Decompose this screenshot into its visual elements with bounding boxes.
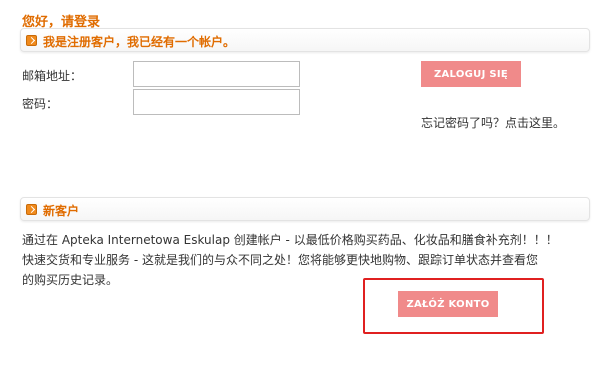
password-label: 密码： — [22, 97, 59, 111]
login-button[interactable]: ZALOGUJ SIĘ — [421, 61, 521, 87]
description-line: 快速交货和专业服务 - 这就是我们的与众不同之处！您将能够更快地购物、跟踪订单状… — [22, 253, 538, 267]
description-line: 通过在 Apteka Internetowa Eskulap 创建帐户 - 以最… — [22, 233, 558, 247]
orange-arrow-icon — [26, 35, 37, 46]
forgot-password-link[interactable]: 忘记密码了吗？点击这里。 — [421, 114, 565, 131]
password-field[interactable] — [133, 89, 300, 115]
returning-customer-title: 我是注册客户，我已经有一个帐户。 — [43, 35, 236, 49]
orange-arrow-icon — [26, 204, 37, 215]
new-customer-title: 新客户 — [43, 204, 80, 218]
email-field[interactable] — [133, 61, 300, 87]
create-account-button[interactable]: ZAŁÓŻ KONTO — [398, 291, 498, 317]
login-page: 您好，请登录 我是注册客户，我已经有一个帐户。 邮箱地址： 密码： ZALOGU… — [0, 0, 600, 389]
email-label: 邮箱地址： — [22, 69, 83, 83]
returning-customer-bar: 我是注册客户，我已经有一个帐户。 — [20, 28, 590, 52]
new-customer-bar: 新客户 — [20, 197, 590, 221]
